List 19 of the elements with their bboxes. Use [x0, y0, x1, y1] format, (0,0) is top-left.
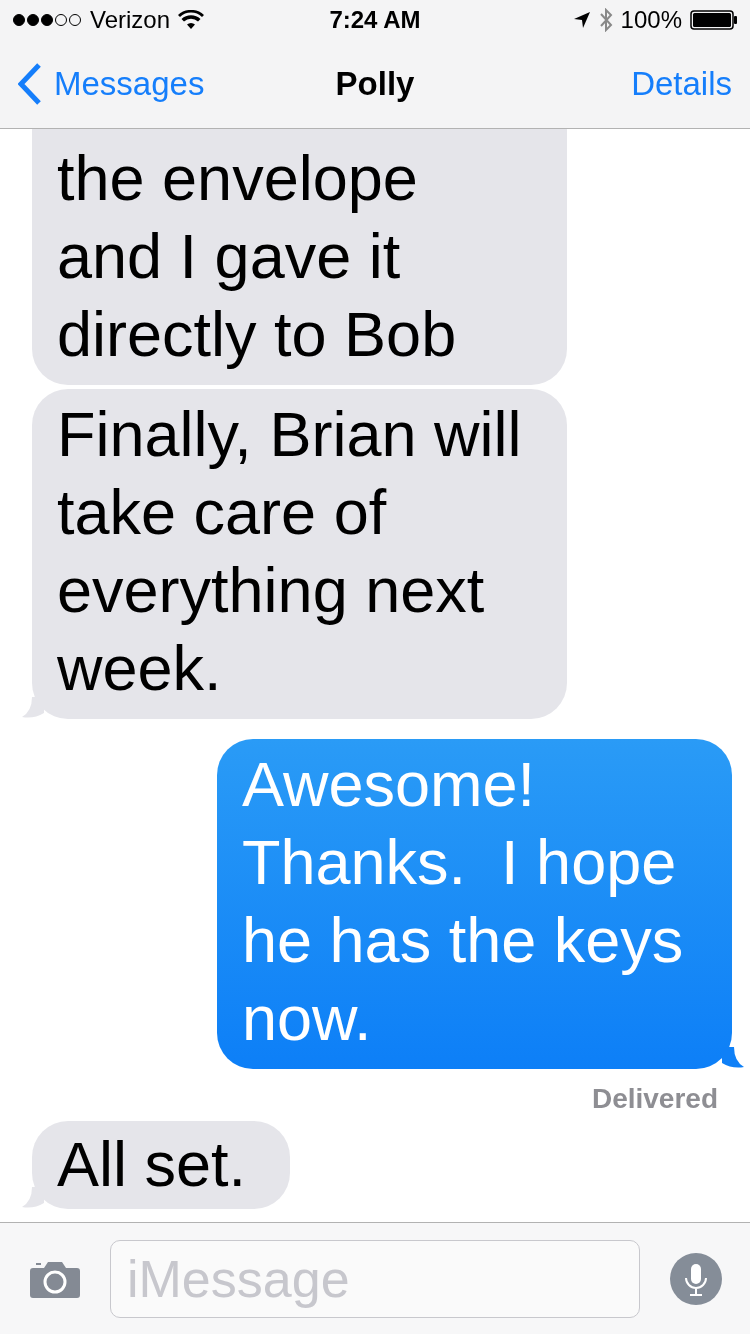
bubble-tail [22, 697, 44, 719]
location-arrow-icon [572, 11, 591, 29]
details-button[interactable]: Details [631, 65, 732, 103]
message-bubble: the envelope and I gave it directly to Bob [32, 129, 567, 385]
bluetooth-icon [598, 8, 613, 32]
bubble-tail [22, 1187, 44, 1209]
battery-percent: 100% [620, 6, 682, 34]
signal-icon [12, 13, 82, 27]
back-button[interactable]: Messages [18, 63, 205, 105]
contact-name: Polly [335, 65, 415, 103]
chevron-left-icon [18, 63, 42, 105]
status-time: 7:24 AM [329, 6, 421, 34]
battery-icon [690, 10, 738, 30]
bubble-tail [722, 1047, 744, 1069]
microphone-icon[interactable] [670, 1252, 722, 1305]
wifi-icon [178, 10, 205, 30]
delivery-status: Delivered [591, 1083, 718, 1115]
carrier-name: Verizon [90, 6, 171, 34]
camera-icon[interactable] [30, 1259, 80, 1298]
